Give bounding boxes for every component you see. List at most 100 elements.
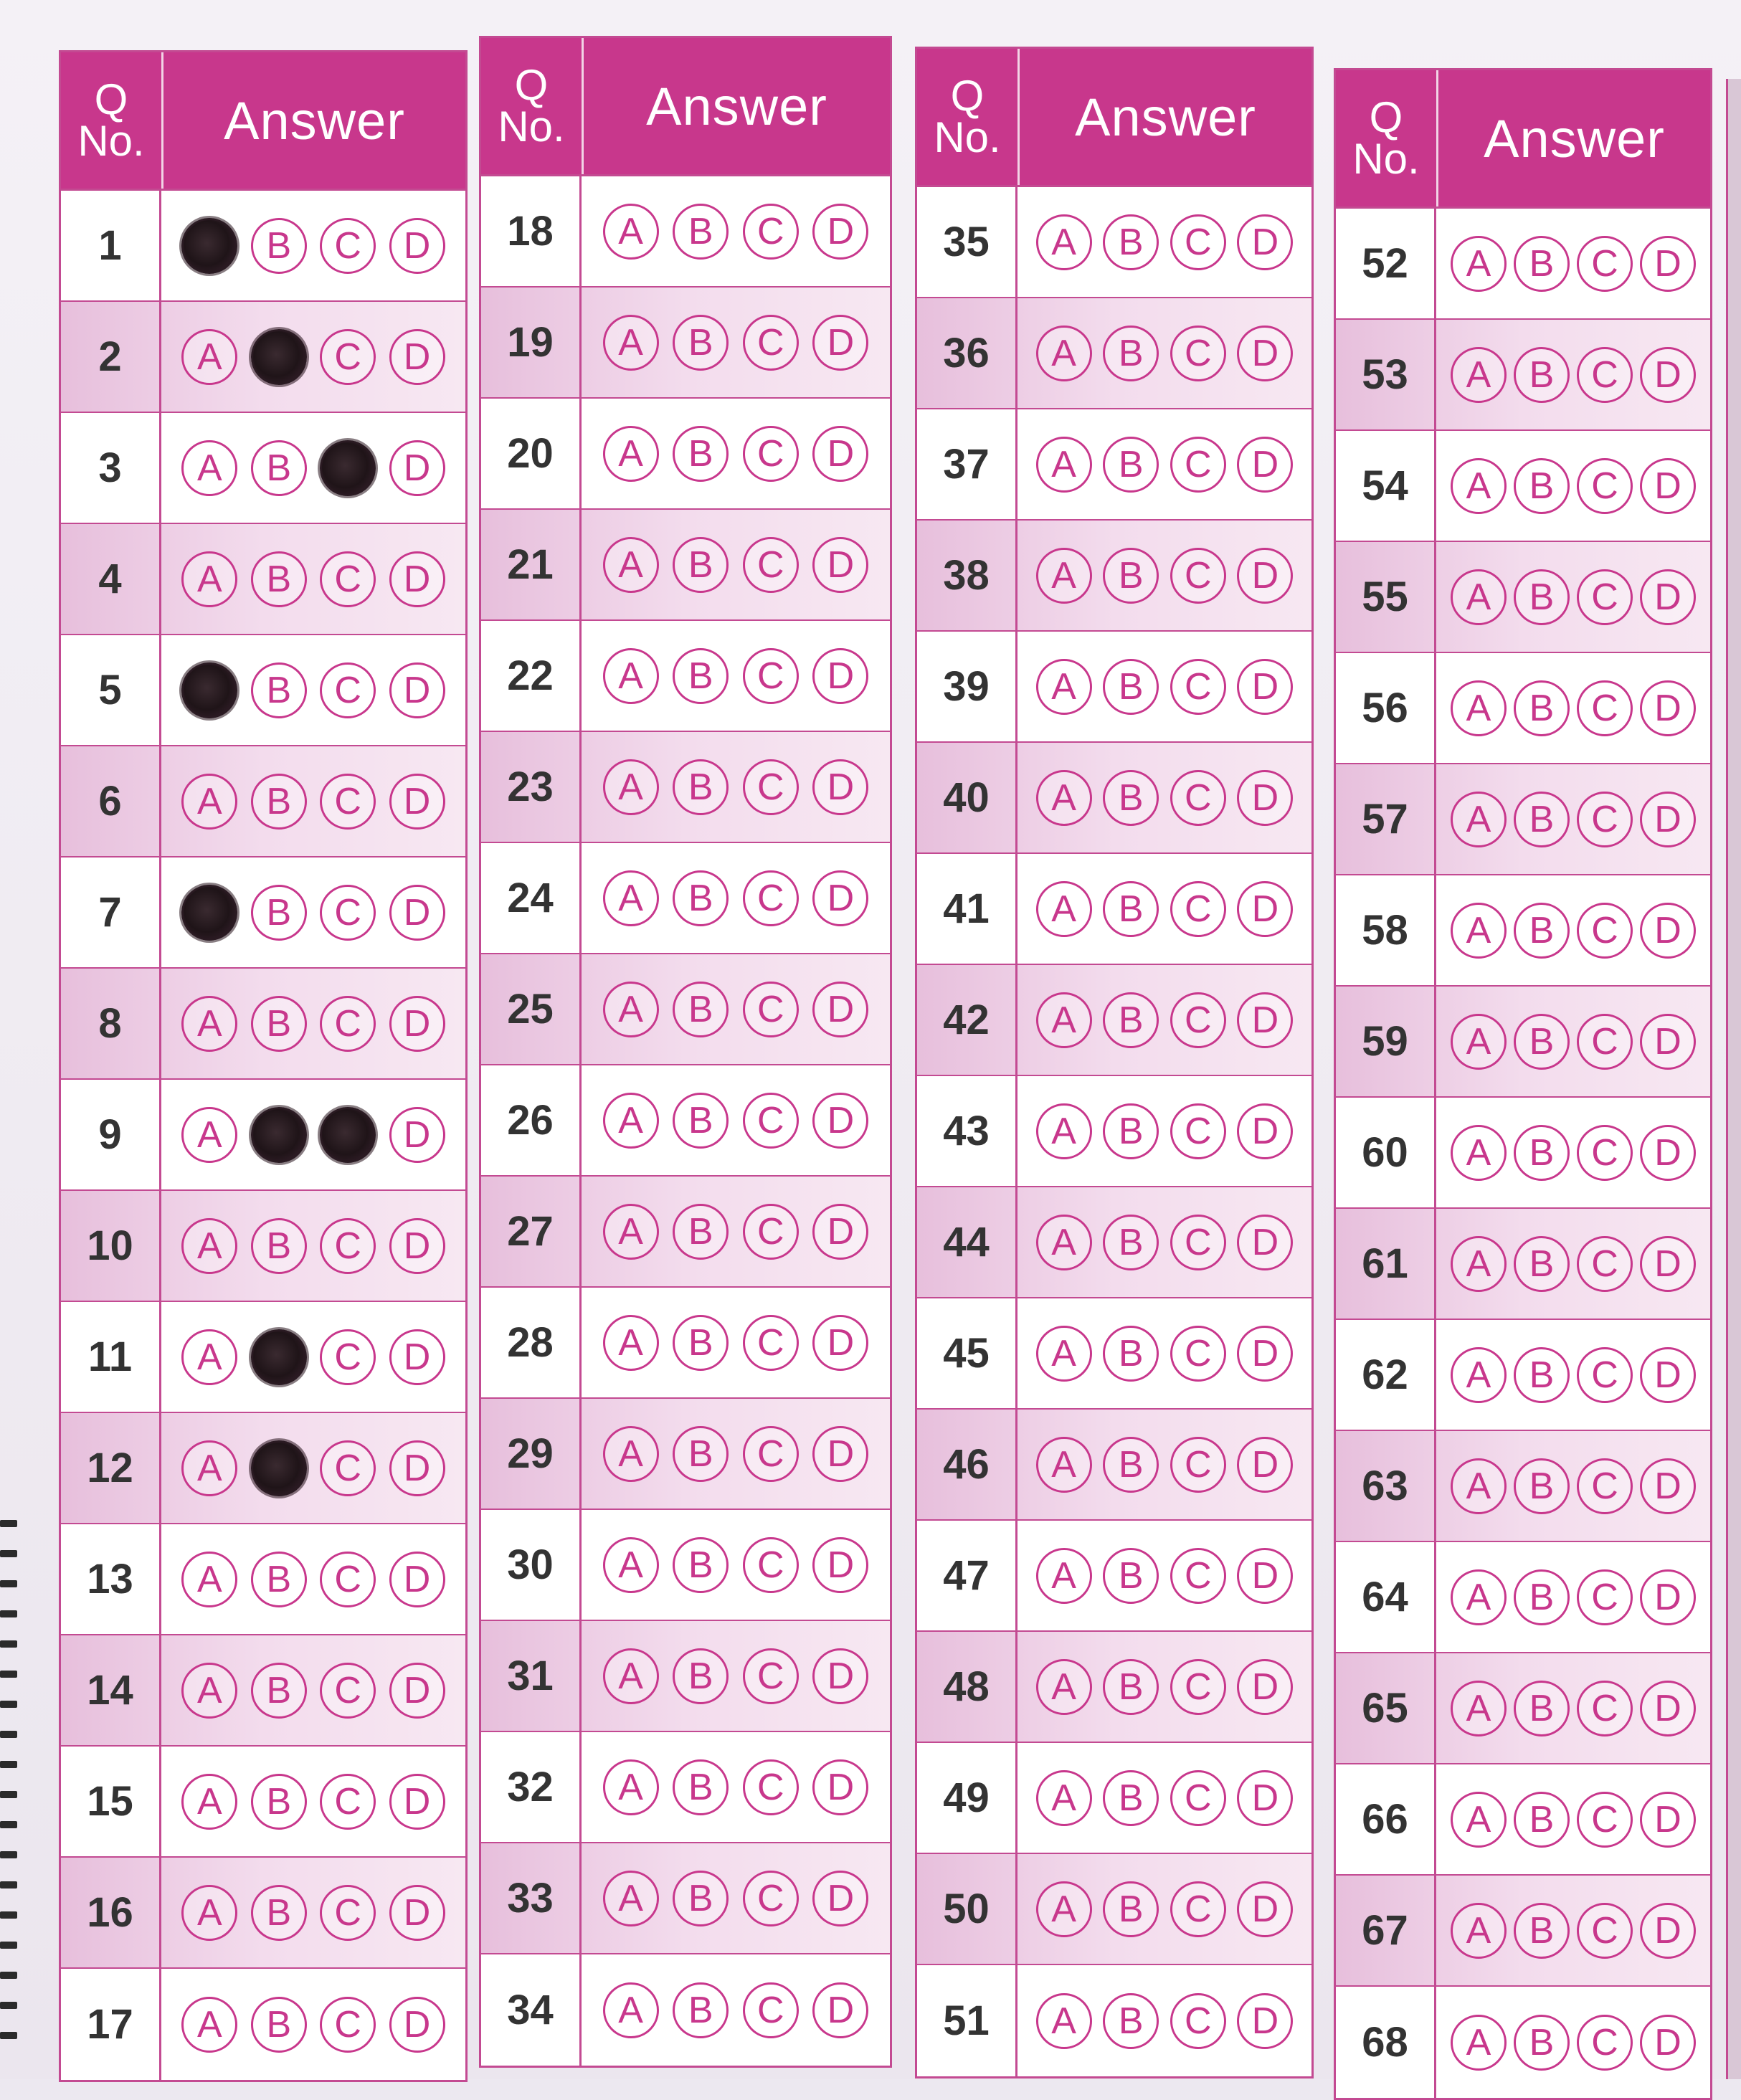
bubble-b[interactable]: B [1514,680,1570,736]
bubble-a[interactable]: A [1035,436,1092,493]
bubble-d[interactable]: D [812,536,869,593]
bubble-b[interactable]: B [250,662,307,718]
bubble-d[interactable]: D [389,1996,445,2053]
bubble-a[interactable]: A [602,1870,659,1926]
bubble-a[interactable]: A [1035,1325,1092,1382]
bubble-a[interactable]: A [1451,1458,1507,1514]
bubble-c[interactable]: C [742,870,799,926]
bubble-d[interactable]: D [1640,235,1696,292]
bubble-d[interactable]: D [1237,880,1294,937]
bubble-d[interactable]: D [1640,346,1696,403]
bubble-c[interactable]: C [1577,1902,1633,1959]
bubble-a[interactable]: A [1451,1124,1507,1181]
bubble-b[interactable]: B [1514,457,1570,514]
bubble-d[interactable]: D [389,1662,445,1719]
bubble-c-marked[interactable]: C [320,440,376,496]
bubble-c[interactable]: C [742,203,799,260]
bubble-c[interactable]: C [1577,902,1633,959]
bubble-d[interactable]: D [1640,2014,1696,2071]
bubble-d[interactable]: D [1640,902,1696,959]
bubble-b[interactable]: B [1514,1013,1570,1070]
bubble-a[interactable]: A [1035,325,1092,381]
bubble-b[interactable]: B [673,425,729,482]
bubble-d[interactable]: D [389,884,445,941]
bubble-a[interactable]: A [181,440,238,496]
bubble-a[interactable]: A [1451,1346,1507,1403]
bubble-a[interactable]: A [181,1996,238,2053]
bubble-a[interactable]: A [602,425,659,482]
bubble-c-marked[interactable]: C [320,1106,376,1163]
bubble-b[interactable]: B [1103,1436,1159,1493]
bubble-b[interactable]: B [1514,1346,1570,1403]
bubble-c[interactable]: C [320,1773,376,1830]
bubble-c[interactable]: C [1170,1658,1226,1715]
bubble-b[interactable]: B [673,1536,729,1593]
bubble-b[interactable]: B [1103,547,1159,604]
bubble-c[interactable]: C [1577,1346,1633,1403]
bubble-d[interactable]: D [812,1648,869,1704]
bubble-a[interactable]: A [602,314,659,371]
bubble-a[interactable]: A [1035,1658,1092,1715]
bubble-a[interactable]: A [1035,1881,1092,1937]
bubble-c[interactable]: C [1170,1881,1226,1937]
bubble-c[interactable]: C [1170,769,1226,826]
bubble-d[interactable]: D [1640,1791,1696,1848]
bubble-c[interactable]: C [1577,1124,1633,1181]
bubble-b[interactable]: B [1514,235,1570,292]
bubble-c[interactable]: C [1577,791,1633,847]
bubble-a[interactable]: A [1451,1569,1507,1625]
bubble-a[interactable]: A [1035,1547,1092,1604]
bubble-b[interactable]: B [673,1425,729,1482]
bubble-a[interactable]: A [602,981,659,1037]
bubble-c[interactable]: C [320,1662,376,1719]
bubble-c[interactable]: C [1577,346,1633,403]
bubble-c[interactable]: C [1170,1769,1226,1826]
bubble-c[interactable]: C [320,1440,376,1496]
bubble-c[interactable]: C [1170,1103,1226,1159]
bubble-b[interactable]: B [250,1773,307,1830]
bubble-d[interactable]: D [812,314,869,371]
bubble-d[interactable]: D [389,662,445,718]
bubble-d[interactable]: D [812,1092,869,1149]
bubble-d[interactable]: D [1640,1013,1696,1070]
bubble-d[interactable]: D [1640,569,1696,625]
bubble-d[interactable]: D [1237,1769,1294,1826]
bubble-a[interactable]: A [1035,1436,1092,1493]
bubble-b[interactable]: B [673,870,729,926]
bubble-c[interactable]: C [742,1982,799,2038]
bubble-d[interactable]: D [1237,1436,1294,1493]
bubble-a[interactable]: A [602,1203,659,1260]
bubble-b[interactable]: B [673,1648,729,1704]
bubble-b[interactable]: B [250,440,307,496]
bubble-b[interactable]: B [673,1870,729,1926]
bubble-b[interactable]: B [1514,902,1570,959]
bubble-c[interactable]: C [320,1884,376,1941]
bubble-c[interactable]: C [742,1203,799,1260]
bubble-a[interactable]: A [602,1759,659,1815]
bubble-a[interactable]: A [1035,1103,1092,1159]
bubble-c[interactable]: C [742,759,799,815]
bubble-d[interactable]: D [1237,1881,1294,1937]
bubble-d[interactable]: D [1237,436,1294,493]
bubble-b[interactable]: B [250,773,307,830]
bubble-c[interactable]: C [1170,214,1226,270]
bubble-d[interactable]: D [389,1106,445,1163]
bubble-d[interactable]: D [1237,547,1294,604]
bubble-b[interactable]: B [250,551,307,607]
bubble-d[interactable]: D [812,1314,869,1371]
bubble-a[interactable]: A [1451,235,1507,292]
bubble-c[interactable]: C [1577,1458,1633,1514]
bubble-a-marked[interactable]: A [181,884,238,941]
bubble-a[interactable]: A [1035,1214,1092,1270]
bubble-d[interactable]: D [389,1329,445,1385]
bubble-b[interactable]: B [1103,1103,1159,1159]
bubble-a[interactable]: A [602,759,659,815]
bubble-b[interactable]: B [1103,1881,1159,1937]
bubble-c[interactable]: C [320,773,376,830]
bubble-c[interactable]: C [1170,325,1226,381]
bubble-d[interactable]: D [812,1759,869,1815]
bubble-a[interactable]: A [602,1536,659,1593]
bubble-b[interactable]: B [1103,769,1159,826]
bubble-b[interactable]: B [673,647,729,704]
bubble-a-marked[interactable]: A [181,217,238,274]
